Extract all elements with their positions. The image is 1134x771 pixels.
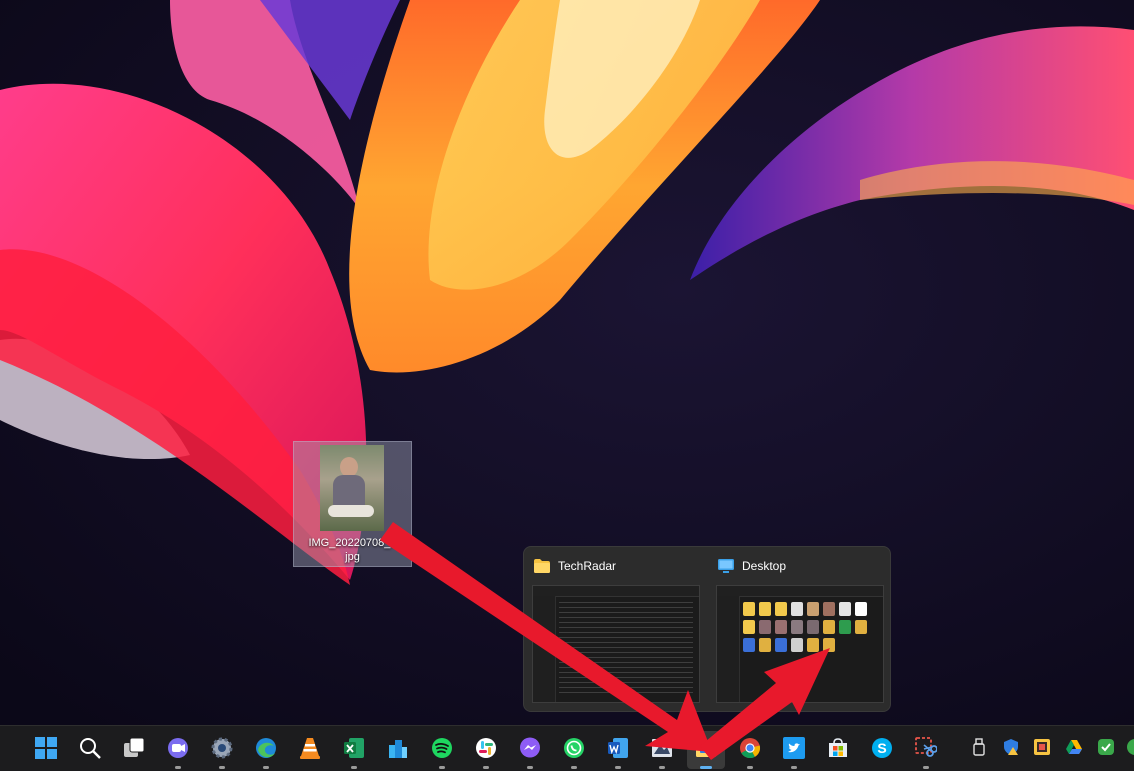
spotify-icon [432,738,452,758]
usb-icon[interactable] [970,738,988,756]
snipping-tool-icon [915,737,937,757]
skype-icon: S [872,738,892,758]
messenger-icon [520,737,540,758]
file-explorer-icon [696,739,716,757]
settings-button[interactable] [203,731,241,769]
check-shield-icon[interactable] [1097,738,1115,756]
desktop-file-icon[interactable]: IMG_20220708_1 jpg [293,441,412,567]
vlc-cone-icon [300,738,320,759]
word-button[interactable] [599,731,637,769]
search-icon [80,738,101,759]
word-icon [608,738,628,758]
twitter-button[interactable] [775,731,813,769]
task-view-button[interactable] [115,731,153,769]
file-explorer-button[interactable] [687,731,725,769]
messenger-button[interactable] [511,731,549,769]
excel-button[interactable] [335,731,373,769]
store-icon [829,738,847,757]
edge-icon [256,738,276,758]
slack-icon [476,738,496,758]
folder-icon [534,559,550,573]
desktop-icon [718,559,734,573]
blue-buildings-icon [389,740,407,758]
start-button[interactable] [27,731,65,769]
video-chat-icon [168,738,188,758]
preview-window-desktop[interactable]: Desktop [708,547,892,711]
preview-thumbnail [532,585,700,703]
excel-icon [344,738,364,758]
edge-button[interactable] [247,731,285,769]
snipping-tool-button[interactable] [907,731,945,769]
vlc-button[interactable] [291,731,329,769]
preview-title: TechRadar [558,559,617,573]
chrome-button[interactable] [731,731,769,769]
blue-app-button[interactable] [379,731,417,769]
search-button[interactable] [71,731,109,769]
gear-icon [211,737,233,759]
taskbar-window-preview: TechRadar Desktop [523,546,891,712]
network-icon[interactable] [1126,738,1134,756]
preview-title: Desktop [742,559,787,573]
photo-editor-icon [652,739,672,757]
twitter-icon [783,737,805,759]
tray-app-icon[interactable] [1033,738,1051,756]
photo-app-button[interactable] [643,731,681,769]
task-view-icon [124,737,145,757]
whatsapp-button[interactable] [555,731,593,769]
chat-button[interactable] [159,731,197,769]
taskbar: S [0,725,1134,771]
photo-thumbnail [320,445,384,531]
skype-button[interactable]: S [863,731,901,769]
svg-text:S: S [877,740,886,756]
spotify-button[interactable] [423,731,461,769]
chrome-icon [740,738,761,759]
slack-button[interactable] [467,731,505,769]
preview-thumbnail [716,585,884,703]
preview-window-techradar[interactable]: TechRadar [524,547,708,711]
windows-logo-icon [35,737,57,759]
security-warning-icon[interactable] [1002,738,1020,756]
google-drive-icon[interactable] [1065,738,1083,756]
file-name-label: IMG_20220708_1 jpg [308,537,397,563]
whatsapp-icon [564,738,584,758]
store-button[interactable] [819,731,857,769]
